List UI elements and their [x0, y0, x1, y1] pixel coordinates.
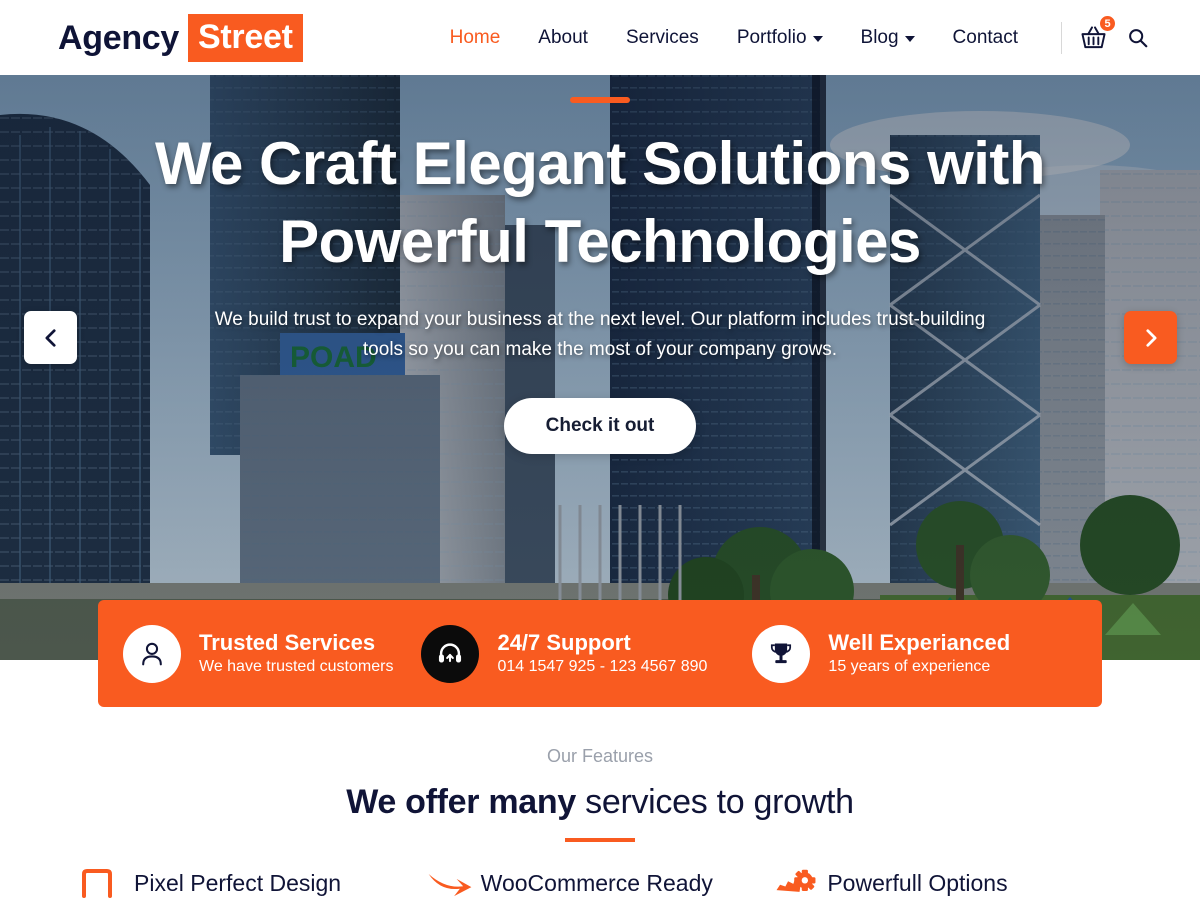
chevron-down-icon [812, 36, 823, 42]
feature-item-desc: We have trusted customers [199, 658, 394, 676]
frame-icon [80, 868, 126, 898]
section-title: We offer many services to growth [0, 783, 1200, 822]
nav-label: Contact [952, 26, 1019, 48]
swoosh-arrow-icon [427, 866, 473, 900]
main-navigation: Home About Services Portfolio Blog Conta… [431, 27, 1037, 49]
cart-button[interactable]: 5 [1080, 14, 1118, 50]
nav-item-home[interactable]: Home [431, 27, 520, 49]
nav-label: About [538, 26, 588, 48]
feature-card[interactable]: Pixel Perfect Design [80, 866, 427, 900]
feature-item-desc: 15 years of experience [828, 658, 991, 676]
nav-label: Portfolio [736, 26, 807, 48]
hero-slider: POAD We Craft Elegant Solutions with Pow… [0, 75, 1200, 660]
feature-item-trusted-services[interactable]: Trusted Services We have trusted custome… [123, 624, 393, 683]
nav-item-about[interactable]: About [519, 27, 607, 49]
section-title-bold: We offer many [346, 783, 576, 821]
section-title-rest: services to growth [576, 783, 854, 821]
chevron-left-icon [45, 328, 56, 347]
feature-card[interactable]: WooCommerce Ready [427, 866, 774, 900]
feature-card[interactable]: Powerfull Options [773, 866, 1120, 900]
site-header: Agency Street Home About Services Portfol… [0, 0, 1200, 75]
hero-title: We Craft Elegant Solutions with Powerful… [154, 130, 1046, 275]
site-logo[interactable]: Agency Street [58, 13, 303, 62]
hero-subtitle: We build trust to expand your business a… [214, 309, 986, 361]
feature-card-list: Pixel Perfect Design WooCommerce Ready P… [0, 866, 1200, 900]
headset-icon [421, 624, 480, 683]
header-actions: 5 [1080, 14, 1149, 50]
hero-content: We Craft Elegant Solutions with Powerful… [0, 75, 1200, 660]
search-icon [1129, 28, 1148, 47]
nav-item-contact[interactable]: Contact [934, 27, 1037, 49]
feature-item-experience[interactable]: Well Experianced 15 years of experience [752, 624, 1010, 683]
feature-item-title: Trusted Services [199, 629, 376, 655]
nav-item-portfolio[interactable]: Portfolio [718, 27, 842, 49]
slider-prev-button[interactable] [24, 311, 77, 364]
nav-label: Home [449, 26, 501, 48]
trophy-icon [752, 624, 811, 683]
feature-item-title: Well Experianced [828, 629, 1011, 655]
feature-item-text: 24/7 Support 014 1547 925 - 123 4567 890 [497, 629, 707, 678]
feature-highlight-bar: Trusted Services We have trusted custome… [98, 600, 1102, 707]
section-divider [565, 838, 635, 842]
nav-item-services[interactable]: Services [607, 27, 718, 49]
feature-item-support[interactable]: 24/7 Support 014 1547 925 - 123 4567 890 [421, 624, 707, 683]
hero-accent-dash [570, 97, 630, 103]
cart-badge: 5 [1098, 14, 1118, 33]
logo-primary-text: Agency [58, 18, 180, 57]
search-button[interactable] [1127, 27, 1149, 49]
feature-card-label: WooCommerce Ready [480, 869, 713, 896]
logo-accent-text: Street [188, 13, 303, 62]
chevron-down-icon [904, 36, 915, 42]
gears-icon [773, 867, 819, 899]
feature-card-label: Powerfull Options [827, 869, 1008, 896]
slider-next-button[interactable] [1124, 311, 1177, 364]
nav-label: Services [625, 26, 699, 48]
feature-item-text: Well Experianced 15 years of experience [828, 629, 1010, 678]
feature-card-label: Pixel Perfect Design [134, 869, 342, 896]
nav-label: Blog [860, 26, 899, 48]
header-divider [1061, 21, 1063, 54]
feature-item-desc: 014 1547 925 - 123 4567 890 [497, 658, 708, 676]
chevron-right-icon [1145, 328, 1156, 347]
feature-item-text: Trusted Services We have trusted custome… [199, 629, 393, 678]
section-eyebrow: Our Features [546, 746, 654, 766]
nav-item-blog[interactable]: Blog [842, 27, 934, 49]
user-icon [123, 624, 181, 683]
hero-cta-button[interactable]: Check it out [503, 397, 697, 454]
feature-item-title: 24/7 Support [497, 629, 631, 655]
